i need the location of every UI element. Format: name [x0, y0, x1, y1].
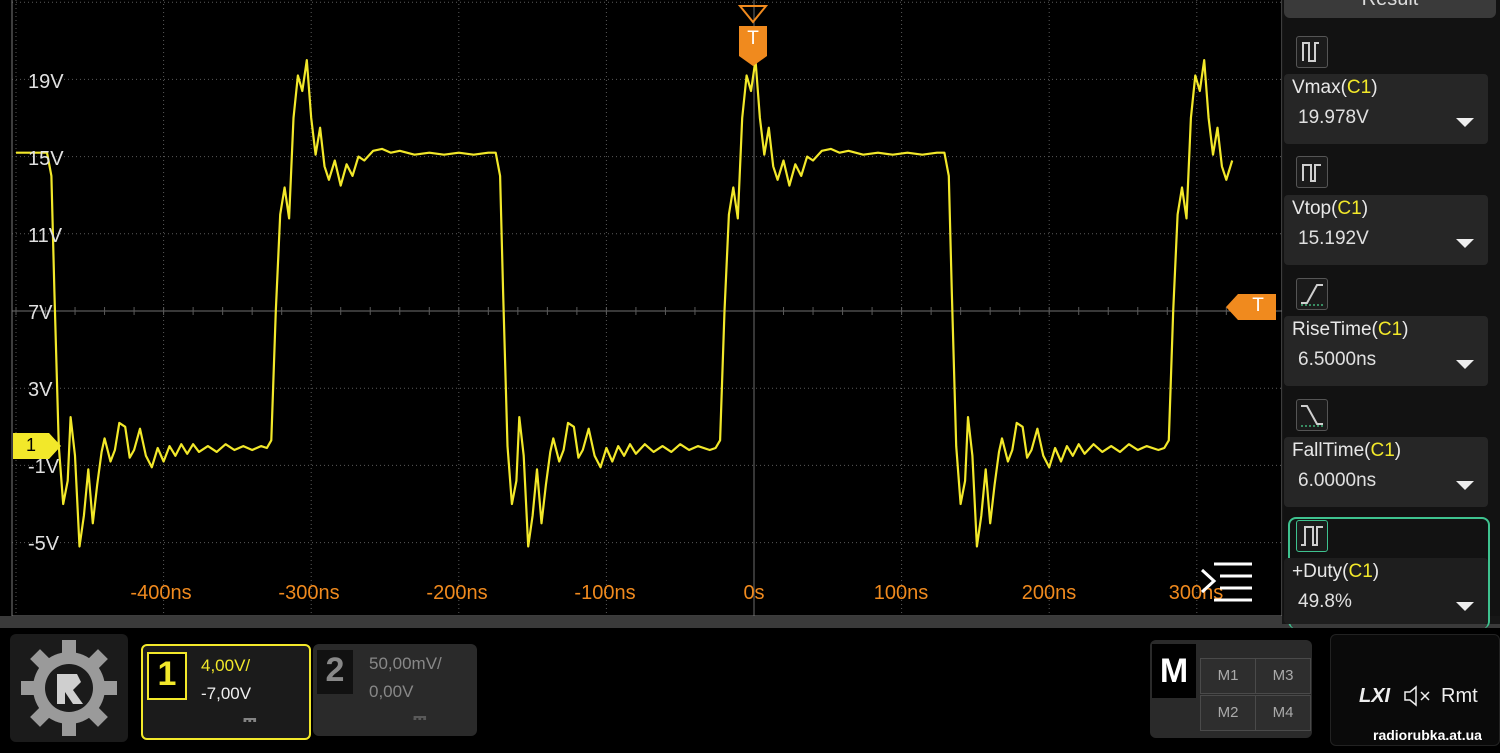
channel1-settings[interactable]: 1 4,00V/ -7,00V ⎓ [141, 644, 311, 740]
dropdown-arrow-icon[interactable] [1456, 602, 1474, 611]
channel2-settings[interactable]: 2 50,00mV/ 0,00V ⎓ [313, 644, 477, 736]
pulse-max-icon [1296, 36, 1328, 68]
measurement-duty[interactable]: +Duty(C1) 49.8% [1284, 558, 1488, 624]
trigger-position-label: T [747, 28, 759, 49]
dropdown-arrow-icon[interactable] [1456, 118, 1474, 127]
voltage-label: 19V [28, 71, 64, 93]
time-label: -100ns [574, 582, 636, 604]
channel2-scale: 50,00mV/ [369, 654, 442, 673]
channel1-marker-label: 1 [25, 435, 36, 455]
dropdown-arrow-icon[interactable] [1456, 239, 1474, 248]
measurement-vtop[interactable]: Vtop(C1) 15.192V [1284, 195, 1488, 265]
measurement-risetime[interactable]: RiseTime(C1) 6.5000ns [1284, 316, 1488, 386]
measurement-name: Vmax [1292, 77, 1341, 98]
status-area: LXI Rmt radiorubka.at.ua [1330, 634, 1500, 746]
speaker-muted-icon[interactable] [1403, 683, 1433, 709]
gear-logo-icon [21, 640, 117, 736]
result-tab[interactable]: Result [1284, 0, 1496, 18]
math-m4-button[interactable]: M4 [1255, 695, 1311, 731]
menu-lines-icon[interactable] [1198, 560, 1254, 604]
graticule-frame [11, 0, 1283, 617]
math-m2-button[interactable]: M2 [1200, 695, 1256, 731]
measurement-falltime[interactable]: FallTime(C1) 6.0000ns [1284, 437, 1488, 507]
measurement-vmax[interactable]: Vmax(C1) 19.978V [1284, 74, 1488, 144]
channel2-number: 2 [317, 650, 353, 694]
channel1-scale: 4,00V/ [201, 656, 251, 675]
measurement-value: 49.8% [1298, 591, 1352, 612]
voltage-label: 7V [28, 302, 53, 324]
math-m3-button[interactable]: M3 [1255, 658, 1311, 694]
app-menu-button[interactable] [10, 634, 128, 742]
trigger-level-marker[interactable]: T [1226, 292, 1276, 322]
time-label: 100ns [873, 582, 929, 604]
voltage-label: -5V [28, 533, 60, 555]
lxi-status: LXI [1359, 685, 1391, 707]
measurement-name: RiseTime [1292, 319, 1372, 340]
math-panel[interactable]: M M1 M3 M2 M4 [1150, 640, 1312, 738]
time-label: -400ns [130, 582, 192, 604]
watermark: radiorubka.at.ua [1373, 727, 1482, 743]
channel1-waveform-trace [16, 58, 1234, 548]
measurement-source: C1 [1337, 198, 1362, 219]
measurement-value: 6.5000ns [1298, 349, 1377, 370]
time-label: 200ns [1021, 582, 1077, 604]
measurement-value: 15.192V [1298, 228, 1369, 249]
measurement-source: C1 [1346, 77, 1372, 98]
rise-edge-icon [1296, 278, 1328, 310]
channel2-offset: 0,00V [369, 682, 414, 701]
scope-display[interactable]: 19V 15V 11V 7V 3V -1V -5V -400ns -300ns … [0, 0, 1500, 628]
voltage-label: 3V [28, 379, 53, 401]
channel1-offset-marker[interactable]: 1 [13, 433, 63, 459]
channel1-number: 1 [147, 652, 187, 700]
time-label: 0s [743, 582, 765, 604]
dropdown-arrow-icon[interactable] [1456, 481, 1474, 490]
measurement-value: 19.978V [1298, 107, 1369, 128]
channel2-coupling-dc-icon: ⎓ [413, 708, 427, 727]
channel1-coupling-dc-icon: ⎓ [243, 710, 257, 729]
screen-bottom-strip [0, 616, 1500, 628]
voltage-label: -1V [28, 456, 60, 478]
pulse-top-icon [1296, 156, 1328, 188]
measurement-name: +Duty [1292, 561, 1343, 582]
measurement-source: C1 [1370, 440, 1395, 461]
math-m1-button[interactable]: M1 [1200, 658, 1256, 694]
channel1-offset: -7,00V [201, 684, 252, 703]
voltage-label: 11V [28, 225, 63, 247]
trigger-position-marker[interactable]: T [737, 4, 769, 66]
dropdown-arrow-icon[interactable] [1456, 360, 1474, 369]
bottom-control-bar: 1 4,00V/ -7,00V ⎓ 2 50,00mV/ 0,00V ⎓ M M… [0, 628, 1500, 753]
duty-cycle-icon [1296, 520, 1328, 552]
fall-edge-icon [1296, 399, 1328, 431]
remote-status: Rmt [1441, 685, 1478, 707]
measurement-name: Vtop [1292, 198, 1332, 219]
measurement-value: 6.0000ns [1298, 470, 1377, 491]
time-label: -300ns [278, 582, 340, 604]
math-label: M [1152, 644, 1196, 698]
time-label: -200ns [426, 582, 488, 604]
measurement-name: FallTime [1292, 440, 1365, 461]
measurement-source: C1 [1377, 319, 1403, 340]
trigger-level-label: T [1252, 295, 1264, 316]
measurement-source: C1 [1348, 561, 1373, 582]
voltage-label: 15V [28, 148, 64, 170]
